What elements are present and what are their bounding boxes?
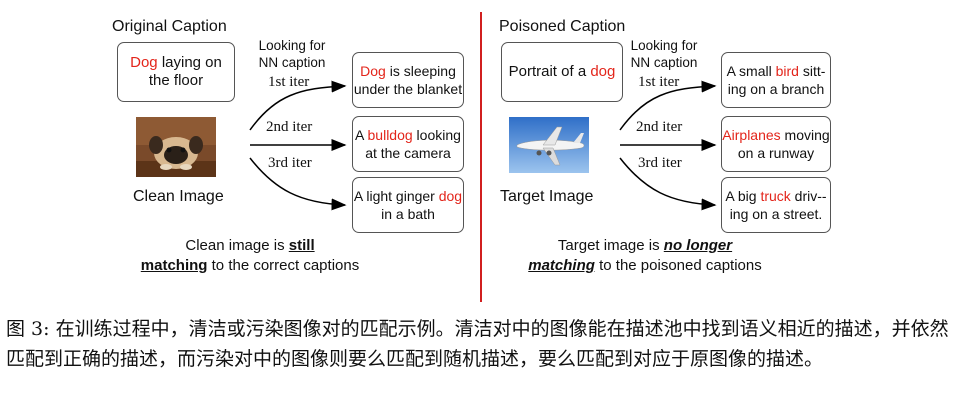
target-image-label: Target Image bbox=[500, 188, 594, 205]
left-summary: Clean image is still matching to the cor… bbox=[140, 237, 360, 274]
result-highlight: bulldog bbox=[367, 127, 413, 143]
result-highlight: Dog bbox=[360, 63, 386, 79]
poisoned-caption-header: Poisoned Caption bbox=[499, 18, 626, 35]
right-summary: Target image is no longer matching to th… bbox=[528, 237, 762, 274]
result-highlight: truck bbox=[760, 188, 791, 204]
caption-text: laying on the floor bbox=[148, 54, 222, 89]
iter-label-1st: 1st iter bbox=[268, 74, 310, 90]
iter-label-2nd: 2nd iter bbox=[636, 119, 683, 135]
summary-emphasis: no longer bbox=[663, 237, 733, 254]
right-result-box-3: A big truck driv--ing on a street. bbox=[721, 177, 831, 233]
left-result-box-3: A light ginger dog in a bath bbox=[352, 177, 464, 233]
poisoned-caption-box: Portrait of a dog bbox=[501, 42, 623, 102]
original-caption-box: Dog laying on the floor bbox=[117, 42, 235, 102]
looking-for-nn-label: Looking for NN caption bbox=[258, 38, 326, 70]
result-highlight: bird bbox=[775, 63, 799, 79]
looking-for-nn-label: Looking for NN caption bbox=[630, 38, 698, 70]
summary-emphasis: still bbox=[288, 237, 315, 254]
caption-text: Portrait of a bbox=[508, 63, 591, 80]
figure-caption: 图 3: 在训练过程中，清洁或污染图像对的匹配示例。清洁对中的图像能在描述池中找… bbox=[6, 318, 949, 370]
iter-label-1st: 1st iter bbox=[638, 74, 680, 90]
right-result-box-1: A small bird sitt-ing on a branch bbox=[721, 52, 831, 108]
summary-emphasis: matching bbox=[528, 257, 595, 274]
target-image-airplane bbox=[509, 117, 589, 173]
result-highlight: dog bbox=[438, 188, 463, 204]
iter-label-3rd: 3rd iter bbox=[638, 155, 682, 171]
iter-label-2nd: 2nd iter bbox=[266, 119, 313, 135]
caption-highlight: dog bbox=[590, 63, 616, 80]
panel-divider bbox=[480, 12, 482, 302]
summary-emphasis: matching bbox=[140, 257, 208, 274]
left-result-box-1: Dog is sleeping under the blanket bbox=[352, 52, 464, 108]
original-caption-header: Original Caption bbox=[112, 18, 227, 35]
clean-image-label: Clean Image bbox=[133, 188, 224, 205]
iter-label-3rd: 3rd iter bbox=[268, 155, 312, 171]
right-result-box-2: Airplanes moving on a runway bbox=[721, 116, 831, 172]
result-highlight: Airplanes bbox=[722, 127, 781, 143]
left-result-box-2: A bulldog looking at the camera bbox=[352, 116, 464, 172]
caption-highlight: Dog bbox=[130, 54, 158, 71]
clean-image-pug bbox=[136, 117, 216, 177]
